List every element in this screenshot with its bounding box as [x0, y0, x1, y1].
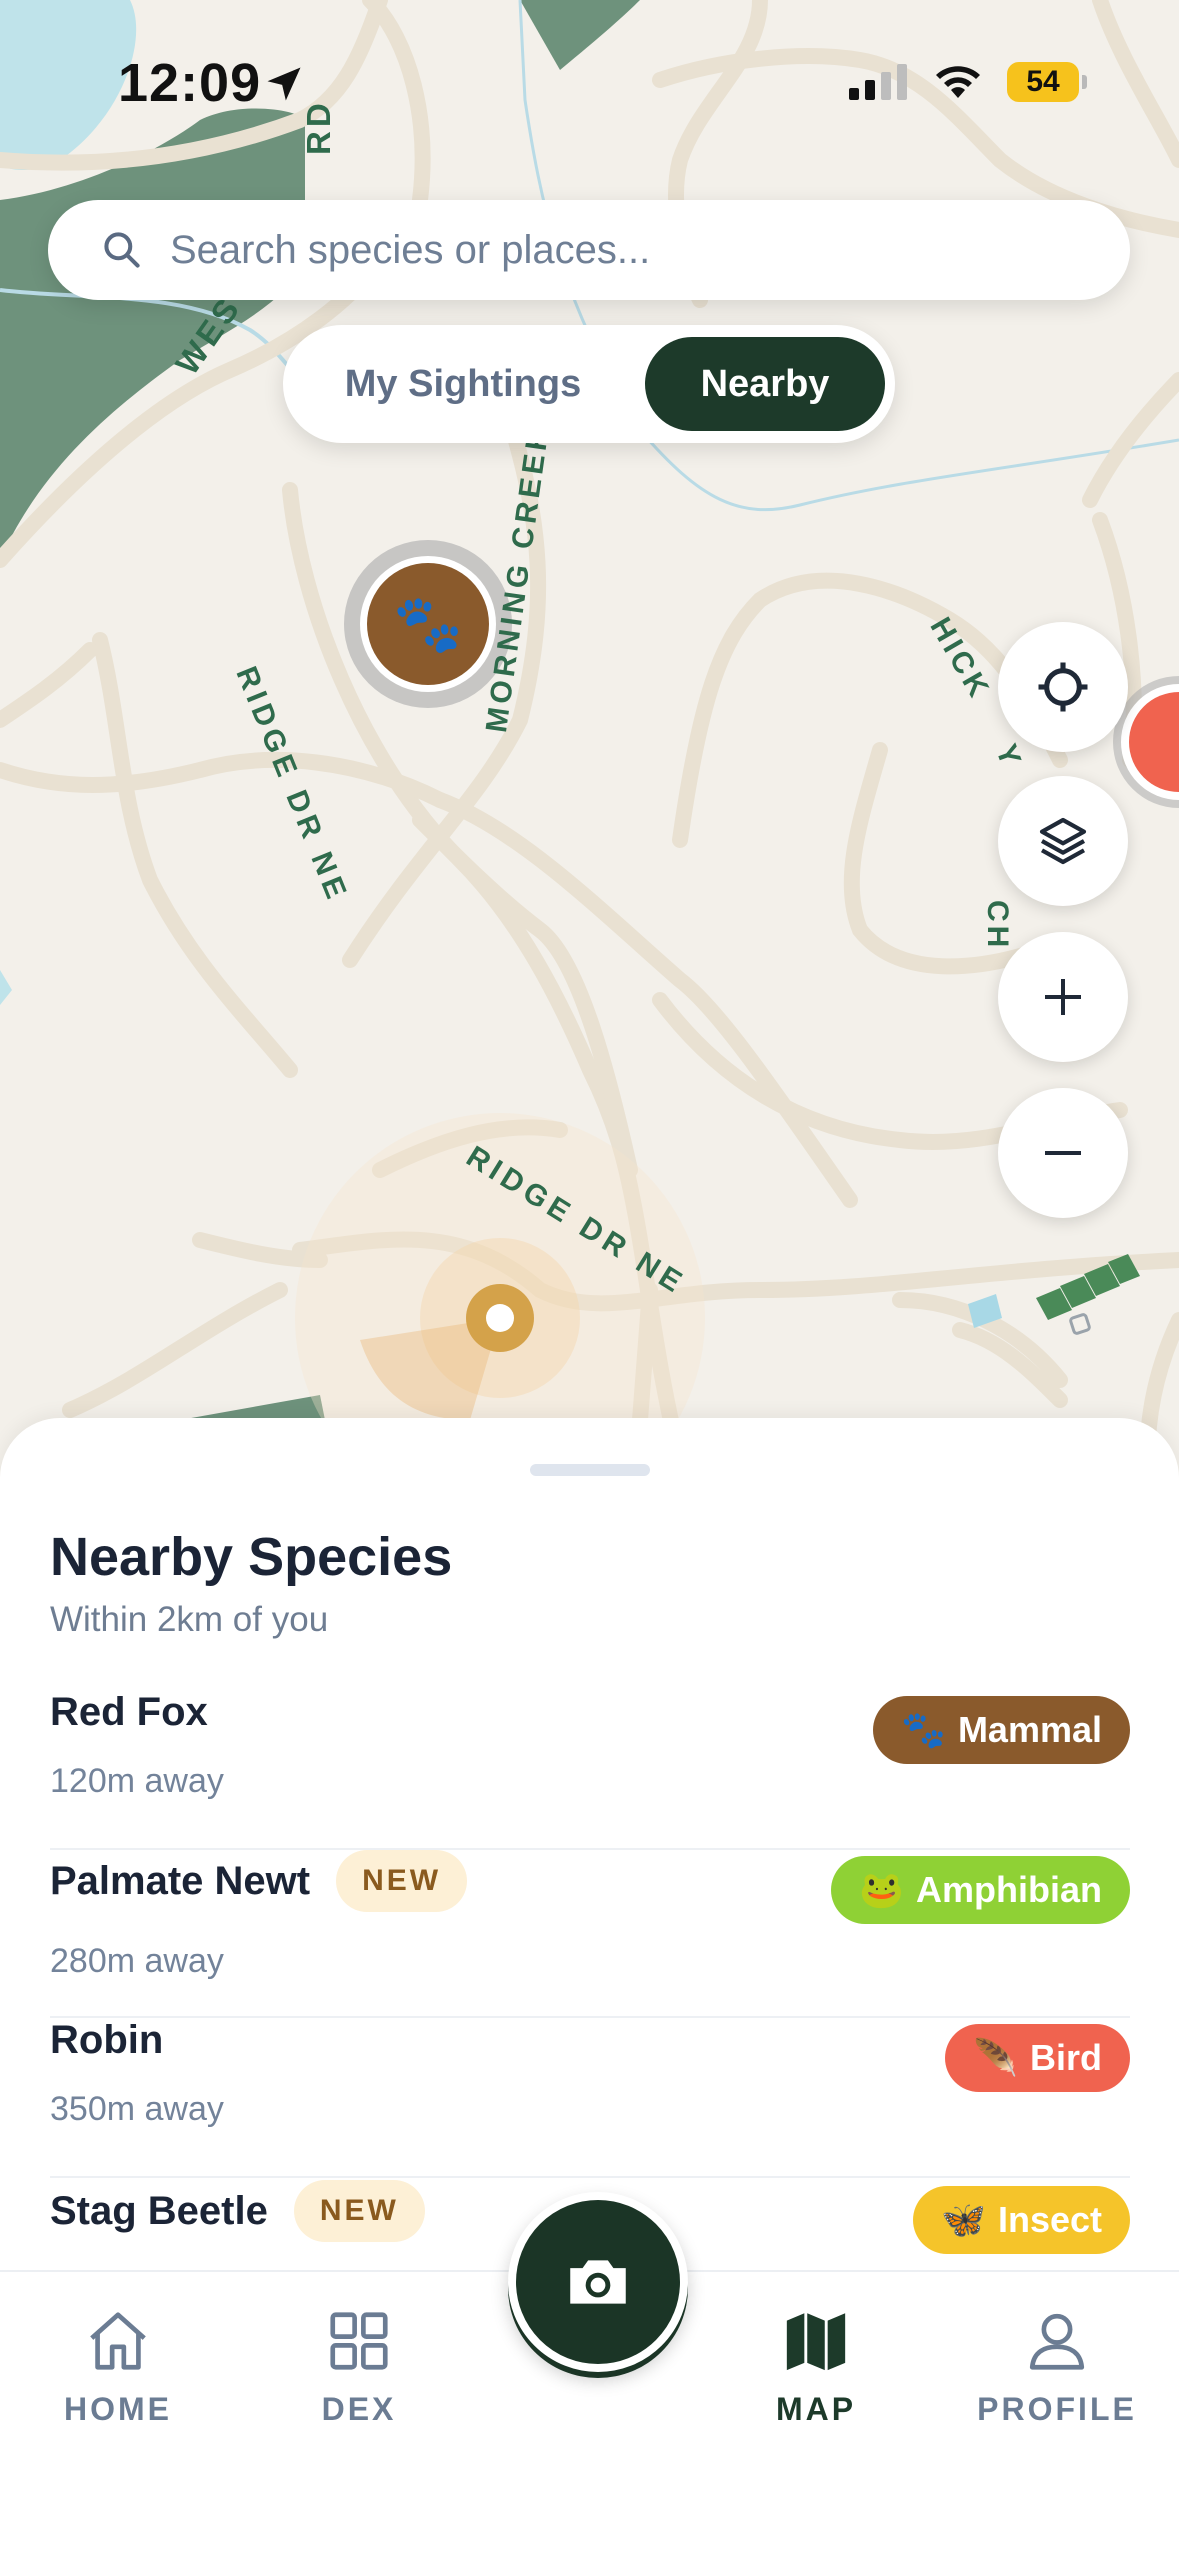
category-badge: 🪶 Bird [945, 2024, 1130, 2092]
species-name: Stag Beetle [50, 2188, 268, 2233]
tab-label: MAP [775, 2391, 857, 2427]
category-badge: 🐾 Mammal [873, 1696, 1130, 1764]
category-badge: 🦋 Insect [913, 2186, 1130, 2254]
category-label: Bird [1030, 2037, 1102, 2078]
tab-home[interactable]: HOME [18, 2306, 218, 2428]
status-time: 12:09 [118, 53, 262, 113]
layers-button[interactable] [998, 776, 1128, 906]
grid-icon [330, 2312, 388, 2370]
tab-profile[interactable]: PROFILE [957, 2306, 1157, 2428]
wifi-icon [936, 66, 980, 98]
species-name: Red Fox [50, 1690, 208, 1734]
sighting-filter-toggle: My Sightings Nearby [283, 325, 895, 443]
layers-icon [1039, 817, 1087, 865]
species-row-palmate-newt[interactable]: Palmate Newt NEW 280m away 🐸 Amphibian [50, 1850, 1130, 2018]
search-bar[interactable] [48, 200, 1130, 300]
my-sightings-tab[interactable]: My Sightings [313, 337, 613, 431]
home-icon [90, 2312, 146, 2370]
status-bar: 12:09 54 [0, 0, 1179, 170]
new-badge: NEW [293, 2180, 425, 2242]
species-distance: 120m away [50, 1762, 224, 1800]
tab-map[interactable]: MAP [716, 2306, 916, 2428]
tab-label: DEX [321, 2391, 397, 2427]
tab-label: PROFILE [977, 2391, 1137, 2427]
species-name: Robin [50, 2018, 164, 2062]
location-arrow-icon [267, 67, 301, 101]
minus-icon [1045, 1151, 1081, 1155]
new-badge: NEW [336, 1850, 468, 1912]
person-icon [1029, 2313, 1085, 2370]
species-row-robin[interactable]: Robin 350m away 🪶 Bird [50, 2018, 1130, 2178]
category-label: Insect [997, 2199, 1102, 2240]
category-label: Amphibian [916, 1869, 1102, 1910]
battery-indicator: 54 [1007, 62, 1087, 102]
paw-icon[interactable]: 🐾 [386, 586, 470, 662]
locate-button[interactable] [998, 622, 1128, 752]
category-badge: 🐸 Amphibian [831, 1856, 1130, 1924]
species-distance: 350m away [50, 2090, 224, 2128]
feather-icon: 🪶 [973, 2037, 1018, 2078]
zoom-out-button[interactable] [998, 1088, 1128, 1218]
search-input[interactable] [168, 226, 1072, 274]
sheet-subtitle: Within 2km of you [50, 1600, 329, 1639]
species-distance: 280m away [50, 1942, 224, 1980]
sheet-title: Nearby Species [50, 1527, 453, 1587]
frog-icon: 🐸 [859, 1869, 904, 1910]
cellular-signal-icon [849, 64, 907, 100]
nearby-tab[interactable]: Nearby [645, 337, 885, 431]
crosshair-icon [1038, 662, 1088, 712]
status-icons: 54 [849, 62, 1087, 102]
camera-icon [570, 2260, 626, 2304]
map-icon [786, 2313, 846, 2371]
species-name: Palmate Newt [50, 1858, 311, 1903]
zoom-in-button[interactable] [998, 932, 1128, 1062]
plus-icon [1045, 979, 1081, 1015]
tab-dex[interactable]: DEX [259, 2306, 459, 2428]
camera-button[interactable] [508, 2192, 688, 2372]
street-label: CH [981, 900, 1014, 952]
sheet-drag-handle[interactable] [530, 1464, 650, 1476]
search-icon [104, 232, 140, 268]
species-row-red-fox[interactable]: Red Fox 120m away 🐾 Mammal [50, 1690, 1130, 1850]
butterfly-icon: 🦋 [941, 2199, 986, 2240]
category-label: Mammal [957, 1709, 1102, 1750]
paw-icon: 🐾 [901, 1709, 946, 1750]
tab-label: HOME [64, 2391, 172, 2427]
